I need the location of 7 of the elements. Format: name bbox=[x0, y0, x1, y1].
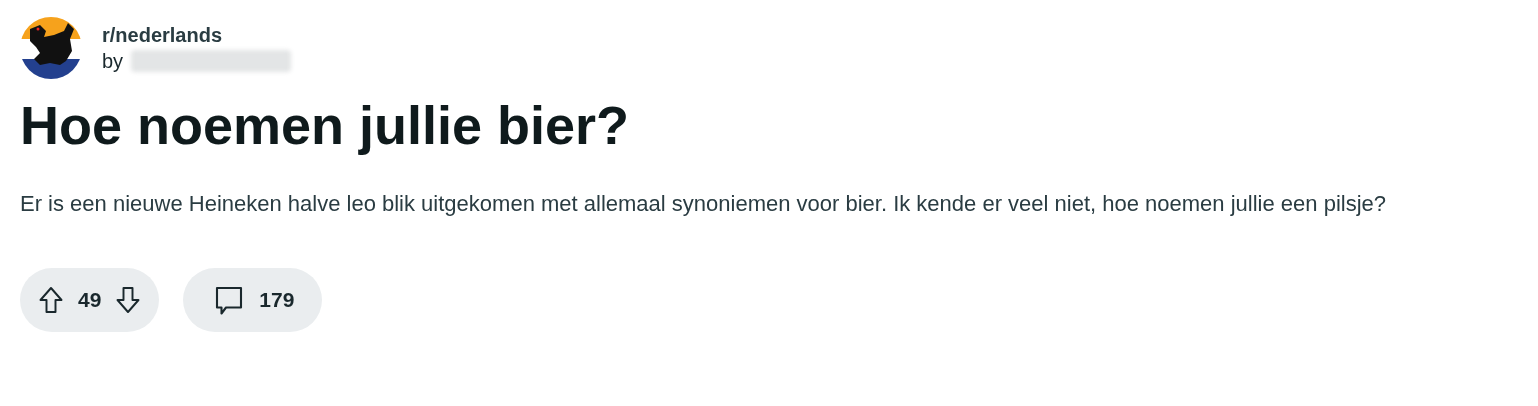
comments-button[interactable]: 179 bbox=[183, 268, 323, 332]
post-title: Hoe noemen jullie bier? bbox=[20, 94, 631, 157]
lion-flag-logo-icon bbox=[20, 17, 82, 79]
byline-text: by bbox=[102, 49, 124, 74]
subreddit-name[interactable]: r/nederlands bbox=[102, 22, 292, 48]
vote-score: 49 bbox=[78, 287, 102, 314]
post-body: Er is een nieuwe Heineken halve leo blik uitgekomen met allemaal synoniemen voor bier. Ik kende er veel niet, hoe noemen jullie een pilsje? bbox=[20, 190, 1388, 218]
